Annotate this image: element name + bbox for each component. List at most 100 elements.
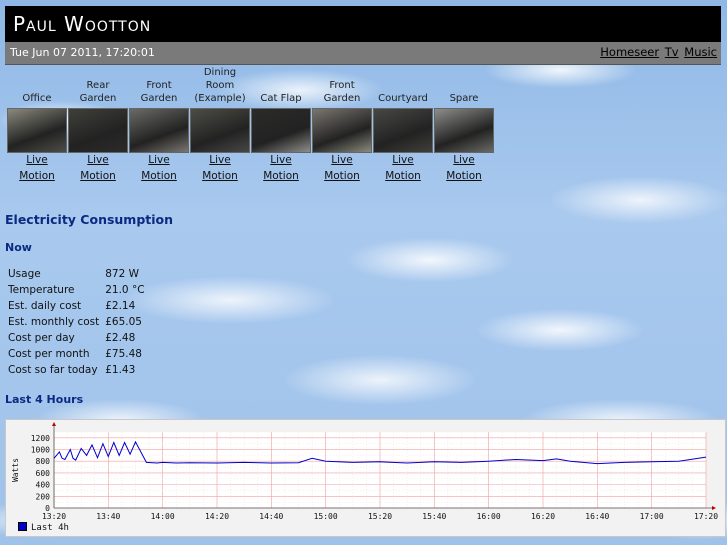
camera-thumbnail[interactable] — [129, 108, 189, 153]
graph-legend: Last 4h — [18, 522, 69, 533]
y-tick-label: 200 — [36, 492, 51, 501]
camera-label: Spare — [434, 65, 494, 105]
x-tick-label: 14:20 — [205, 512, 229, 521]
camera-motion-link[interactable]: Motion — [129, 170, 189, 182]
stat-value: £65.05 — [105, 316, 142, 328]
usage-graph-svg: 02004006008001000120013:20 13:40 14:00 14:2… — [11, 422, 718, 521]
camera-live-link[interactable]: Live — [68, 154, 128, 166]
current-datetime: Tue Jun 07 2011, 17:20:01 — [10, 46, 155, 59]
stat-label: Est. daily cost — [8, 300, 82, 312]
stat-row: Cost per month £75.48 — [5, 346, 148, 362]
subheader-bar: Tue Jun 07 2011, 17:20:01 Homeseer Tv Mu… — [5, 42, 721, 65]
x-tick-label: 16:40 — [585, 512, 609, 521]
stat-row: Est. monthly cost £65.05 — [5, 314, 148, 330]
y-axis-label: Watts — [11, 458, 20, 482]
camera-name: Courtyard — [378, 93, 428, 104]
camera-live-link[interactable]: Live — [190, 154, 250, 166]
y-tick-label: 800 — [36, 457, 51, 466]
camera-label: Dining Room (Example) — [190, 65, 250, 105]
stat-row: Temperature 21.0 °C — [5, 282, 148, 298]
camera-name: Front Garden — [323, 80, 361, 104]
camera-motion-link[interactable]: Motion — [373, 170, 433, 182]
y-tick-label: 600 — [36, 469, 51, 478]
camera-label: Front Garden — [129, 65, 189, 105]
x-tick-label: 14:40 — [259, 512, 283, 521]
x-tick-label: 14:00 — [151, 512, 175, 521]
stat-label: Temperature — [8, 284, 75, 296]
legend-swatch — [18, 522, 27, 531]
stat-value: 872 W — [105, 268, 139, 280]
camera-live-link[interactable]: Live — [7, 154, 67, 166]
camera-label: Cat Flap — [251, 65, 311, 105]
nav-link-tv[interactable]: Tv — [665, 45, 679, 59]
header-bar: Paul Wootton — [5, 6, 721, 42]
stat-value: £1.43 — [105, 364, 136, 376]
camera-thumbnail[interactable] — [7, 108, 67, 153]
stat-value: 21.0 °C — [105, 284, 145, 296]
stat-label: Cost per day — [8, 332, 75, 344]
x-tick-label: 15:40 — [422, 512, 446, 521]
camera-live-link[interactable]: Live — [312, 154, 372, 166]
stat-row: Est. daily cost £2.14 — [5, 298, 148, 314]
camera-live-link[interactable]: Live — [434, 154, 494, 166]
camera-name: Rear Garden — [79, 80, 117, 104]
site-title: Paul Wootton — [13, 12, 152, 36]
camera-name: Dining Room (Example) — [194, 67, 246, 104]
stat-label: Cost so far today — [8, 364, 98, 376]
x-tick-label: 13:40 — [96, 512, 120, 521]
camera-label: Front Garden — [312, 65, 372, 105]
camera-label: Rear Garden — [68, 65, 128, 105]
camera-motion-link[interactable]: Motion — [434, 170, 494, 182]
camera-live-link[interactable]: Live — [373, 154, 433, 166]
x-tick-label: 16:00 — [477, 512, 501, 521]
stat-row: Cost so far today £1.43 — [5, 362, 148, 378]
camera-motion-link[interactable]: Motion — [68, 170, 128, 182]
nav-link-homeseer[interactable]: Homeseer — [600, 45, 659, 59]
stat-value: £2.14 — [105, 300, 136, 312]
camera-live-link[interactable]: Live — [129, 154, 189, 166]
y-tick-label: 1000 — [31, 446, 50, 455]
camera-thumbnail[interactable] — [312, 108, 372, 153]
x-tick-label: 16:20 — [531, 512, 555, 521]
camera-motion-link[interactable]: Motion — [251, 170, 311, 182]
legend-label: Last 4h — [31, 523, 69, 533]
camera-name: Spare — [449, 93, 479, 104]
usage-graph: 0 200 400 600 800 1000 1200 13:20 13:40 14:00 14:2… — [5, 419, 726, 537]
stat-value: £75.48 — [105, 348, 142, 360]
subheading-last-4-hours: Last 4 Hours — [5, 393, 84, 406]
stat-row: Usage 872 W — [5, 266, 148, 282]
camera-label: Office — [7, 65, 67, 105]
stat-label: Cost per month — [8, 348, 90, 360]
nav-link-music[interactable]: Music — [684, 45, 717, 59]
section-heading-electricity: Electricity Consumption — [5, 212, 174, 227]
stat-row: Cost per day £2.48 — [5, 330, 148, 346]
stat-label: Usage — [8, 268, 41, 280]
x-axis-arrow — [712, 506, 716, 510]
stat-label: Est. monthly cost — [8, 316, 100, 328]
nav-links: Homeseer Tv Music — [598, 45, 717, 59]
subheading-now: Now — [5, 241, 32, 254]
camera-name: Cat Flap — [260, 93, 302, 104]
y-axis-arrow — [52, 422, 56, 426]
camera-label: Courtyard — [373, 65, 433, 105]
x-tick-label: 15:20 — [368, 512, 392, 521]
x-tick-label: 13:20 — [42, 512, 66, 521]
x-tick-label: 15:00 — [314, 512, 338, 521]
camera-name: Front Garden — [140, 80, 178, 104]
camera-thumbnail[interactable] — [68, 108, 128, 153]
usage-stats-table: Usage 872 W Temperature 21.0 °C Est. daily c… — [5, 266, 148, 378]
camera-thumbnail[interactable] — [251, 108, 311, 153]
camera-motion-link[interactable]: Motion — [190, 170, 250, 182]
camera-thumbnail[interactable] — [190, 108, 250, 153]
stat-value: £2.48 — [105, 332, 136, 344]
camera-name: Office — [22, 93, 52, 104]
camera-thumbnail[interactable] — [434, 108, 494, 153]
camera-motion-link[interactable]: Motion — [312, 170, 372, 182]
y-tick-label: 1200 — [31, 434, 50, 443]
camera-thumbnail[interactable] — [373, 108, 433, 153]
x-tick-label: 17:00 — [640, 512, 664, 521]
y-tick-label: 400 — [36, 481, 51, 490]
x-tick-label: 17:20 — [694, 512, 718, 521]
camera-motion-link[interactable]: Motion — [7, 170, 67, 182]
camera-live-link[interactable]: Live — [251, 154, 311, 166]
